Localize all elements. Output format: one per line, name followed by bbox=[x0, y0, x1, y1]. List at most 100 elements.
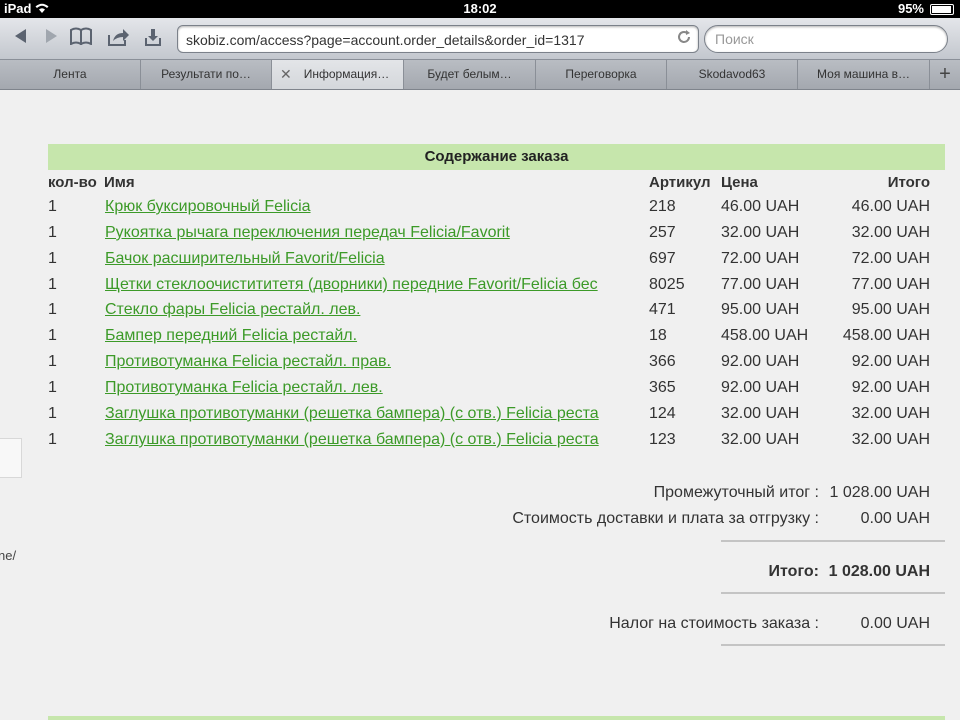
column-header-total: Итого bbox=[887, 174, 930, 191]
item-name-link[interactable]: Щетки стеклоочистититетя (дворники) пере… bbox=[105, 276, 631, 294]
item-sku: 366 bbox=[649, 353, 676, 370]
item-qty: 1 bbox=[48, 327, 57, 344]
search-input[interactable] bbox=[715, 31, 935, 47]
item-price: 46.00 UAH bbox=[721, 198, 800, 215]
item-name-link[interactable]: Бампер передний Felicia рестайл. bbox=[105, 327, 631, 345]
share-icon[interactable] bbox=[106, 27, 132, 51]
tab-label: Моя машина в… bbox=[817, 67, 910, 81]
table-row: 1 Заглушка противотуманки (решетка бампе… bbox=[0, 431, 960, 457]
tab-budet-belym[interactable]: Будет белым… bbox=[404, 60, 536, 89]
item-qty: 1 bbox=[48, 379, 57, 396]
subtotal-label: Промежуточный итог : bbox=[653, 484, 819, 501]
item-sku: 18 bbox=[649, 327, 667, 344]
table-row: 1 Рукоятка рычага переключения передач F… bbox=[0, 224, 960, 250]
item-qty: 1 bbox=[48, 353, 57, 370]
table-row: 1 Щетки стеклоочистититетя (дворники) пе… bbox=[0, 276, 960, 302]
item-name-link[interactable]: Противотуманка Felicia рестайл. прав. bbox=[105, 353, 631, 371]
side-text-fragment: ne/ bbox=[0, 548, 17, 563]
item-total: 95.00 UAH bbox=[851, 301, 930, 318]
item-name-link[interactable]: Противотуманка Felicia рестайл. лев. bbox=[105, 379, 631, 397]
column-header-qty: кол-во bbox=[48, 174, 97, 191]
tab-my-car[interactable]: Моя машина в… bbox=[798, 60, 930, 89]
browser-toolbar: skobiz.com/access?page=account.order_det… bbox=[0, 18, 960, 60]
item-price: 95.00 UAH bbox=[721, 301, 800, 318]
item-qty: 1 bbox=[48, 431, 57, 448]
grand-total-label: Итого: bbox=[768, 563, 819, 580]
item-qty: 1 bbox=[48, 301, 57, 318]
item-name-link[interactable]: Крюк буксировочный Felicia bbox=[105, 198, 631, 216]
tab-information[interactable]: ✕ Информация… bbox=[272, 60, 404, 89]
table-row: 1 Крюк буксировочный Felicia 218 46.00 U… bbox=[0, 198, 960, 224]
item-qty: 1 bbox=[48, 405, 57, 422]
next-section-header bbox=[48, 716, 945, 720]
tab-label: Skodavod63 bbox=[698, 67, 766, 81]
tab-label: Результати по… bbox=[161, 67, 251, 81]
tax-label: Налог на стоимость заказа : bbox=[609, 615, 819, 632]
item-total: 72.00 UAH bbox=[851, 250, 930, 267]
order-contents-header: Содержание заказа bbox=[48, 144, 945, 170]
item-sku: 697 bbox=[649, 250, 676, 267]
item-name-link[interactable]: Стекло фары Felicia рестайл. лев. bbox=[105, 301, 631, 319]
column-header-name: Имя bbox=[104, 174, 135, 191]
tab-bar: Лента Результати по… ✕ Информация… Будет… bbox=[0, 60, 960, 90]
back-icon[interactable] bbox=[8, 27, 34, 51]
table-row: 1 Противотуманка Felicia рестайл. лев. 3… bbox=[0, 379, 960, 405]
item-name-link[interactable]: Заглушка противотуманки (решетка бампера… bbox=[105, 431, 631, 449]
column-header-sku: Артикул bbox=[649, 174, 711, 191]
item-price: 32.00 UAH bbox=[721, 405, 800, 422]
shipping-value: 0.00 UAH bbox=[860, 510, 930, 527]
subtotal-value: 1 028.00 UAH bbox=[829, 484, 930, 501]
address-bar[interactable]: skobiz.com/access?page=account.order_det… bbox=[177, 25, 699, 53]
item-sku: 365 bbox=[649, 379, 676, 396]
item-price: 32.00 UAH bbox=[721, 224, 800, 241]
table-row: 1 Бачок расширительный Favorit/Felicia 6… bbox=[0, 250, 960, 276]
status-bar: iPad 18:02 95% bbox=[0, 0, 960, 18]
item-total: 92.00 UAH bbox=[851, 353, 930, 370]
tab-search-results[interactable]: Результати по… bbox=[141, 60, 272, 89]
item-name-link[interactable]: Заглушка противотуманки (решетка бампера… bbox=[105, 405, 631, 423]
tab-peregovorka[interactable]: Переговорка bbox=[536, 60, 667, 89]
item-name-link[interactable]: Бачок расширительный Favorit/Felicia bbox=[105, 250, 631, 268]
close-tab-icon[interactable]: ✕ bbox=[280, 60, 292, 89]
table-row: 1 Противотуманка Felicia рестайл. прав. … bbox=[0, 353, 960, 379]
page-content: ne/ Содержание заказа кол-во Имя Артикул… bbox=[0, 90, 960, 720]
reload-icon[interactable] bbox=[676, 29, 692, 50]
forward-icon[interactable] bbox=[38, 27, 64, 51]
tab-label: Лента bbox=[53, 67, 87, 81]
clock: 18:02 bbox=[463, 1, 497, 16]
item-name-link[interactable]: Рукоятка рычага переключения передач Fel… bbox=[105, 224, 631, 242]
column-header-price: Цена bbox=[721, 174, 758, 191]
item-qty: 1 bbox=[48, 250, 57, 267]
item-sku: 218 bbox=[649, 198, 676, 215]
item-price: 72.00 UAH bbox=[721, 250, 800, 267]
item-sku: 123 bbox=[649, 431, 676, 448]
tab-skodavod63[interactable]: Skodavod63 bbox=[667, 60, 798, 89]
item-price: 32.00 UAH bbox=[721, 431, 800, 448]
summary-divider bbox=[721, 540, 945, 542]
item-sku: 471 bbox=[649, 301, 676, 318]
tax-value: 0.00 UAH bbox=[860, 615, 930, 632]
item-total: 32.00 UAH bbox=[851, 405, 930, 422]
new-tab-button[interactable]: + bbox=[930, 60, 960, 89]
item-total: 92.00 UAH bbox=[851, 379, 930, 396]
search-field[interactable] bbox=[704, 25, 948, 53]
item-total: 77.00 UAH bbox=[851, 276, 930, 293]
item-price: 77.00 UAH bbox=[721, 276, 800, 293]
download-icon[interactable] bbox=[140, 27, 166, 51]
url-text: skobiz.com/access?page=account.order_det… bbox=[186, 32, 585, 48]
grand-total-value: 1 028.00 UAH bbox=[828, 563, 930, 580]
item-sku: 124 bbox=[649, 405, 676, 422]
item-total: 46.00 UAH bbox=[851, 198, 930, 215]
tab-label: Информация… bbox=[303, 67, 390, 81]
bookmarks-icon[interactable] bbox=[68, 27, 94, 51]
tab-lenta[interactable]: Лента bbox=[0, 60, 141, 89]
table-row: 1 Бампер передний Felicia рестайл. 18 45… bbox=[0, 327, 960, 353]
summary-divider bbox=[721, 644, 945, 646]
item-sku: 8025 bbox=[649, 276, 685, 293]
table-row: 1 Заглушка противотуманки (решетка бампе… bbox=[0, 405, 960, 431]
item-qty: 1 bbox=[48, 198, 57, 215]
battery-percent: 95% bbox=[897, 1, 924, 16]
item-qty: 1 bbox=[48, 276, 57, 293]
plus-icon: + bbox=[939, 63, 951, 85]
item-total: 458.00 UAH bbox=[842, 327, 930, 344]
